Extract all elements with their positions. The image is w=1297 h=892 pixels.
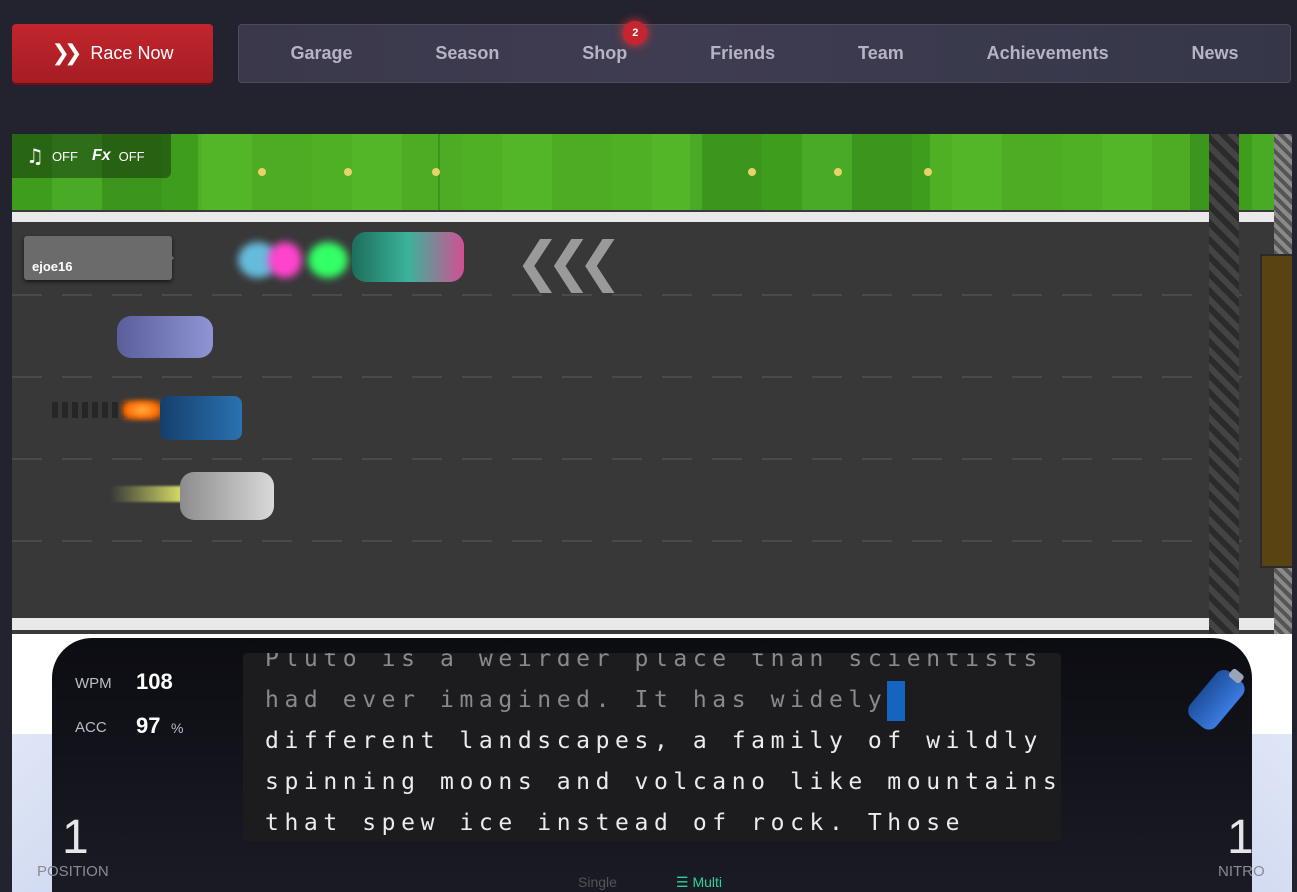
finish-sign: [1260, 254, 1292, 568]
wpm-label: WPM: [75, 675, 112, 692]
position-label: POSITION: [37, 863, 109, 880]
finish-line: [1209, 134, 1239, 634]
race-now-button[interactable]: ❯❯ Race Now: [12, 24, 213, 83]
text-line-3: spinning moons and volcano like mountain…: [265, 769, 1061, 795]
flower: [834, 168, 842, 176]
mode-multi[interactable]: ☰ Multi: [676, 874, 722, 891]
nav-achievements-label: Achievements: [986, 43, 1109, 63]
text-line-2: different landscapes, a family of wildly: [265, 728, 1043, 754]
position-value: 1: [62, 811, 89, 864]
double-chevron-icon: ❯❯: [51, 41, 83, 66]
fx-icon[interactable]: Fx: [92, 147, 111, 165]
lane-line: [12, 458, 1292, 460]
player-car: [352, 232, 464, 282]
nav-garage[interactable]: Garage: [276, 43, 366, 64]
nitro-trail: [268, 242, 302, 278]
mode-multi-label: Multi: [692, 874, 723, 890]
nav-season-label: Season: [435, 43, 500, 63]
lane-line: [12, 376, 1292, 378]
flower: [748, 168, 756, 176]
grass-patch: [440, 134, 690, 210]
mode-single[interactable]: Single: [578, 874, 617, 890]
player-name-tag: ejoe16: [24, 236, 174, 280]
player-name: ejoe16: [32, 259, 73, 274]
fx-status: OFF: [118, 148, 145, 164]
wpm-value: 108: [136, 669, 173, 694]
nav-season[interactable]: Season: [421, 43, 513, 64]
flower: [258, 168, 266, 176]
exhaust-flame: [122, 400, 162, 420]
bottom-curb: [12, 618, 1292, 630]
lane-line: [12, 540, 1292, 542]
acc-label: ACC: [75, 719, 107, 736]
list-icon: ☰: [676, 874, 693, 890]
nav-team-label: Team: [858, 43, 904, 63]
direction-arrows-icon: ❮❮❮: [515, 230, 623, 293]
flower: [432, 168, 440, 176]
typed-text: had ever imagined. It has widely: [265, 687, 888, 713]
nav-news[interactable]: News: [1178, 43, 1253, 64]
acc-unit: %: [171, 720, 184, 736]
nav-team[interactable]: Team: [844, 43, 918, 64]
nitro-value: 1: [1227, 811, 1254, 864]
text-line-0: Pluto is a weirder place than scientists: [265, 653, 1043, 672]
typing-text: Pluto is a weirder place than scientists…: [265, 653, 1061, 841]
opponent-car: [160, 396, 242, 440]
dashboard: WPM 108 ACC 97 % Pluto is a weirder plac…: [12, 634, 1292, 892]
nav-shop[interactable]: Shop 2: [568, 21, 648, 64]
nav-achievements[interactable]: Achievements: [973, 43, 1123, 64]
shop-notification-badge: 2: [623, 21, 648, 45]
typing-cursor: [887, 680, 906, 721]
main-nav: Garage Season Shop 2 Friends Team Achieve…: [238, 21, 1291, 83]
nav-garage-label: Garage: [290, 43, 353, 63]
music-status: OFF: [51, 148, 78, 164]
flower: [924, 168, 932, 176]
lane-line: [12, 294, 1292, 296]
nav-shop-label: Shop: [582, 43, 628, 63]
opponent-car: [117, 316, 213, 358]
text-line-4: that spew ice instead of rock. Those: [265, 810, 966, 836]
nitro-trail: [308, 242, 348, 278]
grass-patch: [198, 134, 438, 210]
acc-value: 97: [136, 713, 161, 738]
nav-friends-label: Friends: [710, 43, 776, 63]
race-track: ♫ OFF Fx OFF ejoe16 ❮❮❮: [12, 134, 1292, 634]
race-now-label: Race Now: [90, 43, 174, 63]
grass-patch: [930, 134, 1190, 210]
nitro-label: NITRO: [1218, 863, 1265, 880]
nav-news-label: News: [1191, 43, 1239, 63]
mode-single-label: Single: [578, 874, 617, 890]
sound-controls: ♫ OFF Fx OFF: [12, 134, 171, 178]
music-note-icon[interactable]: ♫: [26, 144, 44, 168]
flower: [344, 168, 352, 176]
nav-friends[interactable]: Friends: [696, 43, 789, 64]
typing-text-box[interactable]: Pluto is a weirder place than scientists…: [243, 653, 1061, 841]
opponent-car: [180, 472, 274, 520]
lightning-trail: [110, 486, 190, 502]
